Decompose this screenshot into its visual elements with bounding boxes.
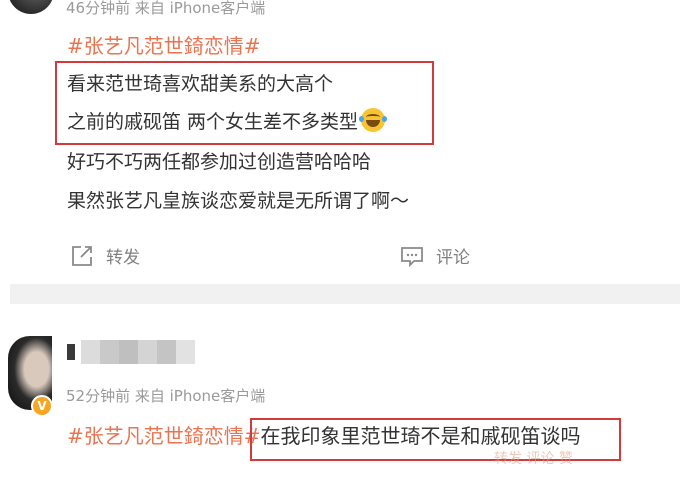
comment-button[interactable]: 评论 <box>400 243 470 268</box>
post-text-line: 好巧不巧两任都参加过创造营哈哈哈 <box>67 151 372 173</box>
post-meta: 52分钟前 来自 iPhone客户端 <box>66 387 266 405</box>
forward-button[interactable]: 转发 <box>70 243 140 268</box>
avatar[interactable] <box>8 0 54 14</box>
comment-label: 评论 <box>436 248 470 268</box>
hashtag-link[interactable]: #张艺凡范世錡恋情# <box>67 30 261 59</box>
highlight-box <box>55 61 434 145</box>
hashtag-link[interactable]: #张艺凡范世錡恋情# <box>67 424 261 448</box>
post-text-line: 果然张艺凡皇族谈恋爱就是无所谓了啊～ <box>67 190 410 212</box>
faded-overlay-text: 转发 评论 赞 <box>494 451 573 467</box>
comment-icon <box>400 245 424 267</box>
share-icon <box>70 245 94 267</box>
divider <box>10 284 680 304</box>
forward-label: 转发 <box>106 248 140 268</box>
blurred-username[interactable] <box>67 340 195 364</box>
verified-badge-icon: V <box>31 395 53 417</box>
post-meta: 46分钟前 来自 iPhone客户端 <box>66 0 266 17</box>
